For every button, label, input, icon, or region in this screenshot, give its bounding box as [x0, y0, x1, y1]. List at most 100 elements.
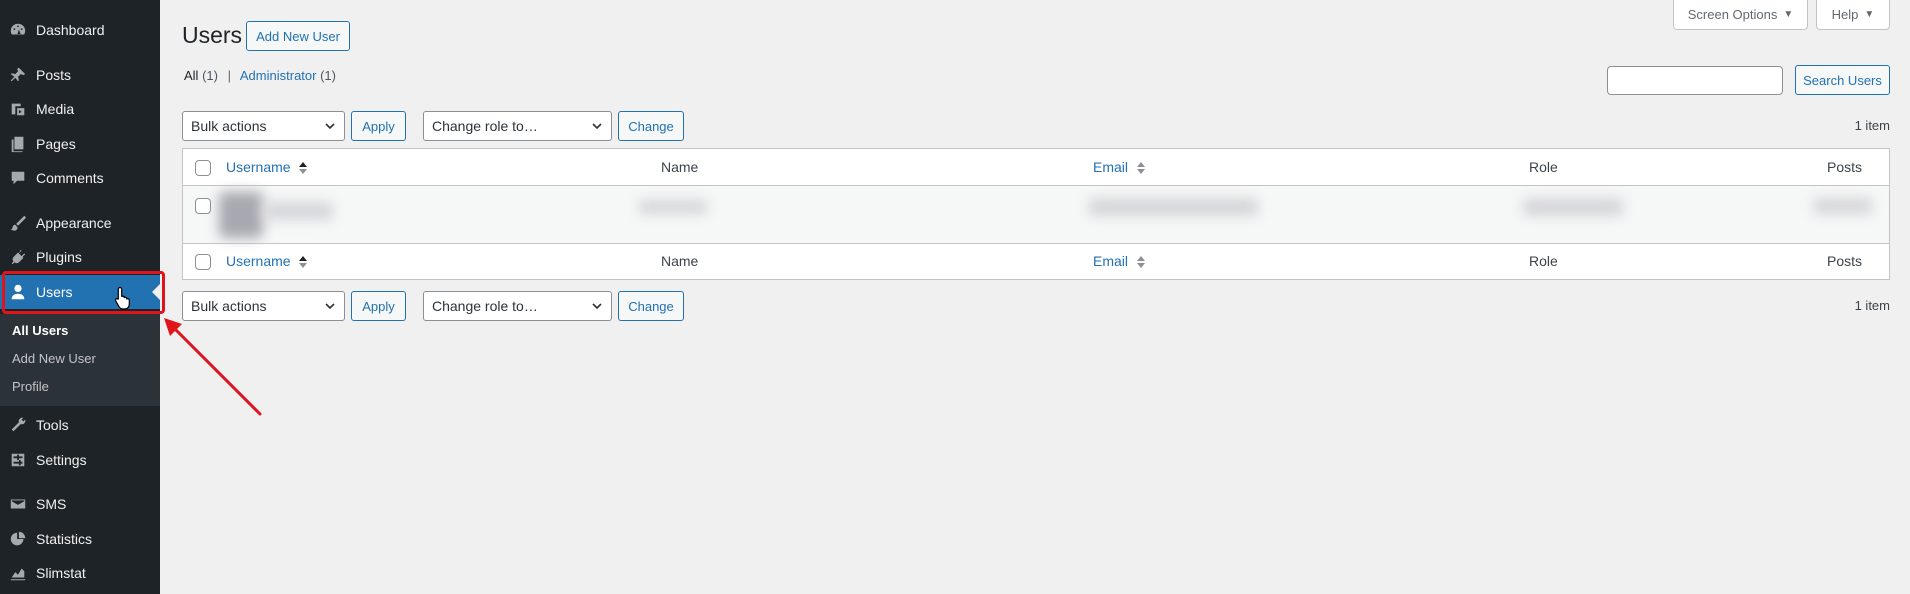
comment-icon [0, 161, 36, 195]
screen-options-label: Screen Options [1687, 7, 1778, 22]
filter-admin-count: (1) [320, 68, 336, 83]
sidebar-item-label: Settings [36, 452, 87, 468]
item-count: 1 item [1854, 118, 1890, 133]
current-menu-arrow [152, 284, 160, 300]
role-filter-links: All (1) | Administrator (1) [184, 68, 336, 83]
change-role-value: Change role to… [432, 118, 538, 134]
column-label: Email [1093, 253, 1129, 269]
sidebar-item-appearance[interactable]: Appearance [0, 206, 160, 240]
username-redacted [263, 202, 333, 220]
sidebar-item-label: Comments [36, 170, 104, 186]
role-redacted [1523, 198, 1623, 216]
sidebar-item-label: SMS [36, 496, 67, 512]
sort-icon [1136, 256, 1145, 269]
user-icon [0, 275, 36, 309]
hand-cursor-icon [114, 286, 130, 310]
pages-icon [0, 127, 36, 161]
sidebar-item-tools[interactable]: Tools [0, 408, 160, 442]
sidebar-item-label: Users [36, 284, 73, 300]
sidebar-item-posts[interactable]: Posts [0, 58, 160, 92]
chevron-down-icon [592, 123, 602, 130]
dashboard-icon [0, 13, 36, 47]
submenu-profile[interactable]: Profile [12, 379, 49, 394]
help-button[interactable]: Help ▼ [1816, 0, 1890, 30]
change-role-select[interactable]: Change role to… [423, 111, 612, 141]
submenu-all-users[interactable]: All Users [12, 323, 68, 338]
sidebar-item-statistics[interactable]: Statistics [0, 522, 160, 556]
sidebar-item-users[interactable]: Users [0, 275, 160, 309]
column-role: Role [1529, 159, 1558, 175]
admin-sidebar: Dashboard Posts Media Pages Comments App… [0, 0, 160, 594]
sidebar-item-label: Tools [36, 417, 69, 433]
column-role-footer: Role [1529, 253, 1558, 269]
apply-button[interactable]: Apply [351, 111, 406, 141]
change-role-select-bottom[interactable]: Change role to… [423, 291, 612, 321]
chevron-down-icon [325, 303, 335, 310]
chevron-down-icon [325, 123, 335, 130]
help-label: Help [1831, 7, 1859, 22]
screen-options-button[interactable]: Screen Options ▼ [1673, 0, 1808, 30]
sidebar-item-label: Plugins [36, 249, 82, 265]
filter-all[interactable]: All [184, 68, 198, 83]
avatar [219, 192, 263, 238]
name-redacted [638, 200, 708, 214]
sort-icon [1136, 162, 1145, 175]
bulk-actions-select-bottom[interactable]: Bulk actions [182, 291, 345, 321]
column-label: Username [226, 253, 291, 269]
column-name: Name [661, 159, 699, 175]
table-header: Username Name Email Role Posts [183, 149, 1889, 186]
change-button[interactable]: Change [618, 111, 684, 141]
column-username-footer[interactable]: Username [226, 253, 308, 269]
sidebar-item-comments[interactable]: Comments [0, 161, 160, 195]
sidebar-item-settings[interactable]: Settings [0, 443, 160, 477]
email-icon [0, 487, 36, 521]
sort-asc-icon [299, 256, 308, 269]
column-email-footer[interactable]: Email [1093, 253, 1145, 269]
filter-administrator[interactable]: Administrator [240, 68, 317, 83]
settings-icon [0, 443, 36, 477]
change-button-bottom[interactable]: Change [618, 291, 684, 321]
chart-line-icon [0, 556, 36, 590]
sidebar-item-sms[interactable]: SMS [0, 487, 160, 521]
column-posts-footer: Posts [1827, 253, 1863, 269]
chart-pie-icon [0, 522, 36, 556]
posts-redacted [1813, 198, 1873, 214]
select-all-checkbox[interactable] [195, 160, 211, 176]
apply-button-bottom[interactable]: Apply [351, 291, 406, 321]
annotation-arrow [164, 318, 262, 416]
select-all-checkbox-footer[interactable] [195, 254, 211, 270]
sidebar-item-plugins[interactable]: Plugins [0, 240, 160, 274]
row-checkbox[interactable] [195, 198, 211, 214]
change-role-value: Change role to… [432, 298, 538, 314]
paintbrush-icon [0, 206, 36, 240]
add-new-user-button[interactable]: Add New User [246, 21, 350, 51]
bulk-actions-value: Bulk actions [191, 118, 267, 134]
plugin-icon [0, 240, 36, 274]
column-name-footer: Name [661, 253, 699, 269]
caret-down-icon: ▼ [1783, 9, 1794, 20]
filter-separator: | [227, 68, 231, 83]
sidebar-item-pages[interactable]: Pages [0, 127, 160, 161]
bulk-actions-value: Bulk actions [191, 298, 267, 314]
submenu-add-new-user[interactable]: Add New User [12, 351, 96, 366]
search-input[interactable] [1607, 66, 1783, 95]
sidebar-item-label: Statistics [36, 531, 93, 547]
caret-down-icon: ▼ [1864, 9, 1875, 20]
bulk-actions-select[interactable]: Bulk actions [182, 111, 345, 141]
column-posts: Posts [1827, 159, 1863, 175]
sidebar-item-label: Posts [36, 67, 72, 83]
column-email[interactable]: Email [1093, 159, 1145, 175]
page-title: Users [182, 22, 243, 48]
sidebar-item-slimstat[interactable]: Slimstat [0, 556, 160, 590]
media-icon [0, 92, 36, 126]
search-users-button[interactable]: Search Users [1795, 65, 1890, 95]
sidebar-item-media[interactable]: Media [0, 92, 160, 126]
sidebar-item-dashboard[interactable]: Dashboard [0, 13, 160, 47]
column-username[interactable]: Username [226, 159, 308, 175]
table-row [183, 186, 1889, 243]
filter-all-count: (1) [202, 68, 218, 83]
sidebar-item-label: Appearance [36, 215, 112, 231]
sort-asc-icon [299, 162, 308, 175]
sidebar-item-label: Pages [36, 136, 76, 152]
pin-icon [0, 58, 36, 92]
